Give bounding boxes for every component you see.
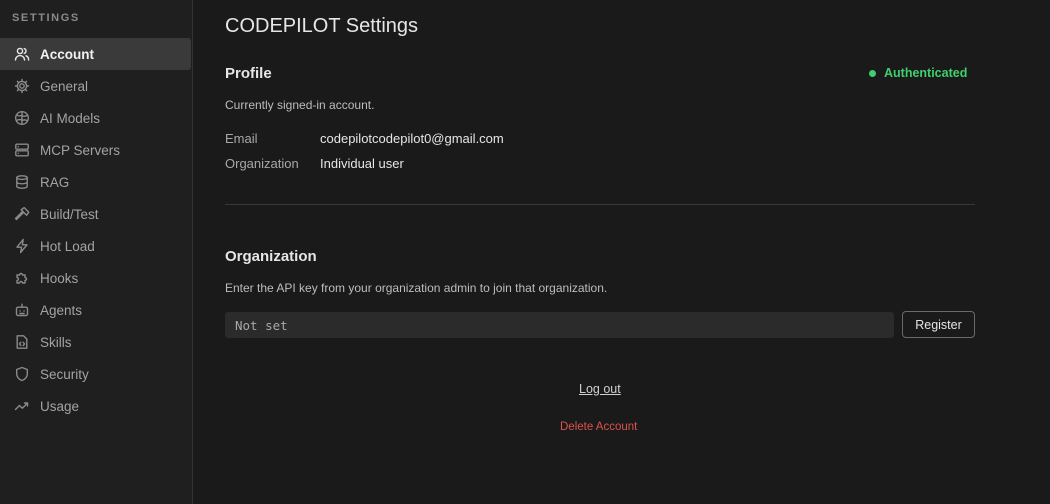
- sidebar-item-label: Skills: [40, 334, 72, 350]
- puzzle-icon: [14, 270, 30, 286]
- sidebar-item-mcp-servers[interactable]: MCP Servers: [0, 134, 191, 166]
- sidebar-item-ai-models[interactable]: AI Models: [0, 102, 191, 134]
- page-title: CODEPILOT Settings: [225, 15, 419, 37]
- email-value: codepilotcodepilot0@gmail.com: [320, 131, 504, 146]
- sidebar-item-usage[interactable]: Usage: [0, 390, 191, 422]
- sidebar-item-label: Agents: [40, 302, 83, 318]
- sidebar-item-label: AI Models: [40, 110, 101, 126]
- users-icon: [14, 46, 30, 62]
- server-icon: [14, 142, 30, 158]
- logout-link[interactable]: Log out: [579, 382, 621, 396]
- shield-icon: [14, 366, 30, 382]
- sidebar-item-label: Build/Test: [40, 206, 99, 222]
- hammer-icon: [14, 206, 30, 222]
- sidebar-item-security[interactable]: Security: [0, 358, 191, 390]
- sidebar-item-label: MCP Servers: [40, 142, 121, 158]
- section-divider: [225, 204, 975, 205]
- sidebar-item-hot-load[interactable]: Hot Load: [0, 230, 191, 262]
- file-code-icon: [14, 334, 30, 350]
- api-key-input[interactable]: [225, 312, 894, 338]
- sidebar-item-label: Account: [40, 46, 94, 62]
- status-dot: [869, 69, 876, 77]
- sidebar-item-agents[interactable]: Agents: [0, 294, 191, 326]
- sidebar-item-label: Hot Load: [40, 238, 95, 254]
- sidebar-item-label: General: [40, 78, 89, 94]
- settings-nav: Account General AI Models MCP Servers RA…: [0, 38, 192, 422]
- lightning-icon: [14, 238, 30, 254]
- gear-icon: [14, 78, 30, 94]
- status-badge: Authenticated: [869, 66, 967, 80]
- sidebar-header: SETTINGS: [12, 12, 80, 24]
- sidebar-item-general[interactable]: General: [0, 70, 191, 102]
- sidebar-item-label: Hooks: [40, 270, 79, 286]
- sidebar-item-label: RAG: [40, 174, 70, 190]
- sidebar-item-hooks[interactable]: Hooks: [0, 262, 191, 294]
- sidebar-item-skills[interactable]: Skills: [0, 326, 191, 358]
- register-button[interactable]: Register: [902, 311, 975, 338]
- organization-value: Individual user: [320, 156, 404, 171]
- database-icon: [14, 174, 30, 190]
- sidebar-item-build-test[interactable]: Build/Test: [0, 198, 191, 230]
- organization-section-title: Organization: [225, 248, 317, 265]
- sidebar-item-account[interactable]: Account: [0, 38, 191, 70]
- settings-sidebar: SETTINGS Account General AI Models MCP S…: [0, 0, 193, 504]
- sidebar-item-label: Security: [40, 366, 89, 382]
- settings-main: CODEPILOT Settings Profile Authenticated…: [193, 0, 1050, 504]
- sidebar-item-rag[interactable]: RAG: [0, 166, 191, 198]
- trend-icon: [14, 398, 30, 414]
- delete-account-link[interactable]: Delete Account: [560, 421, 637, 433]
- status-text: Authenticated: [884, 66, 968, 80]
- email-label: Email: [225, 131, 258, 146]
- robot-icon: [14, 302, 30, 318]
- profile-description: Currently signed-in account.: [225, 98, 375, 112]
- organization-description: Enter the API key from your organization…: [225, 281, 608, 295]
- brain-icon: [14, 110, 30, 126]
- organization-label: Organization: [225, 156, 299, 171]
- profile-section-title: Profile: [225, 65, 272, 82]
- sidebar-item-label: Usage: [40, 398, 80, 414]
